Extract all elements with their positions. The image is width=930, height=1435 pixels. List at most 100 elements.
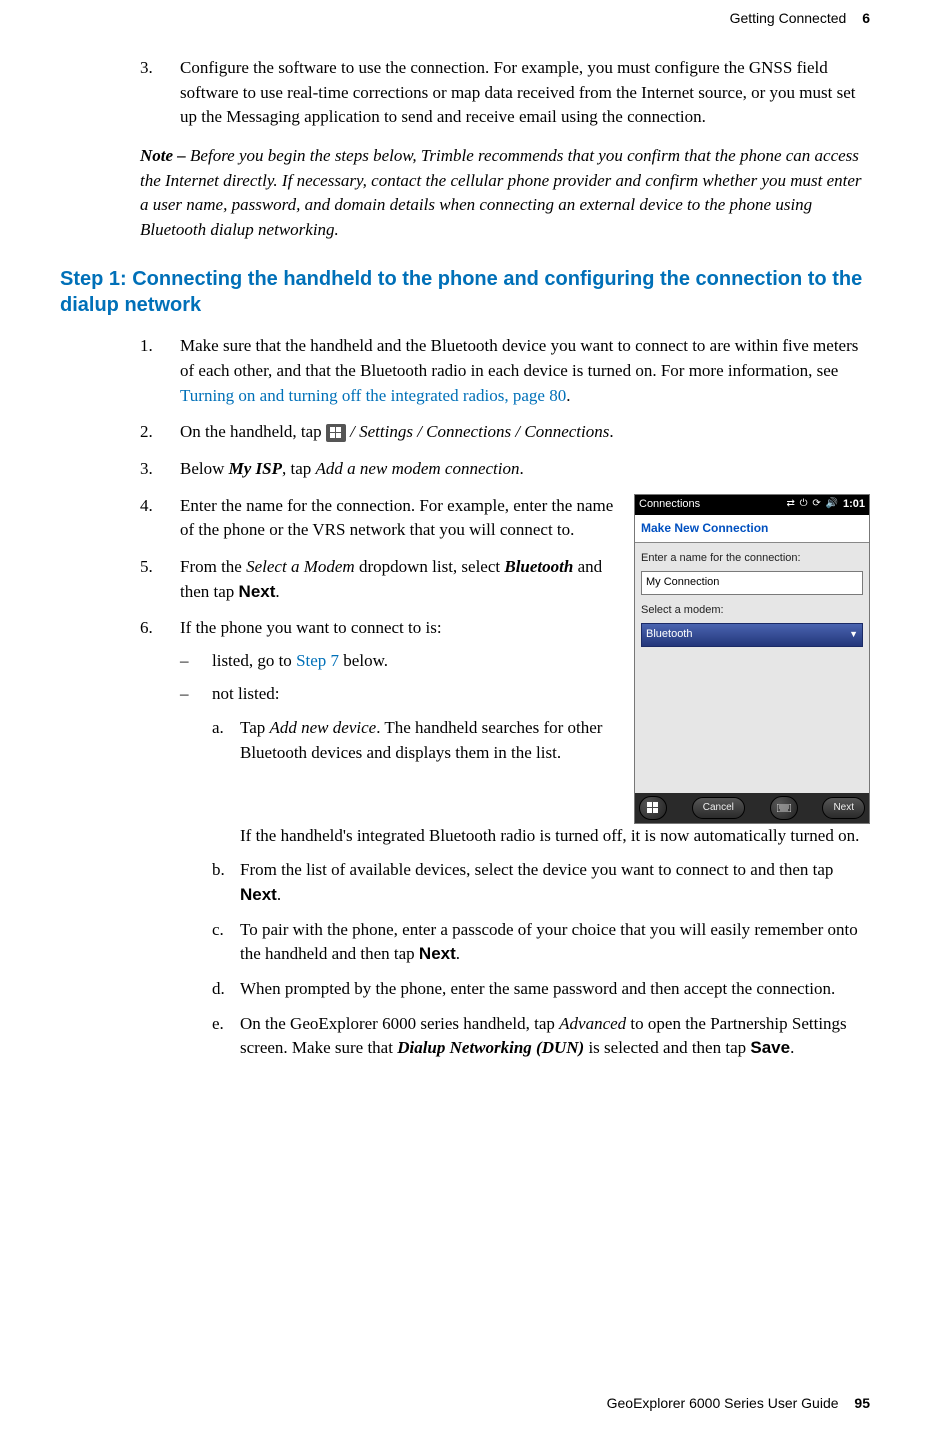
- text: .: [790, 1038, 794, 1057]
- text: Tap: [240, 718, 270, 737]
- windows-start-icon[interactable]: [639, 796, 667, 820]
- text: .: [456, 944, 460, 963]
- screenshot-titlebar: Connections ⇄ ⏻ ⟳ 🔊 1:01: [635, 495, 869, 515]
- sub-body: listed, go to Step 7 below.: [212, 649, 618, 674]
- text: Below: [180, 459, 229, 478]
- note-paragraph: Note – Before you begin the steps below,…: [140, 144, 870, 243]
- screenshot-body: Enter a name for the connection: My Conn…: [635, 543, 869, 655]
- letter-body: On the GeoExplorer 6000 series handheld,…: [240, 1012, 870, 1061]
- list-body: Enter the name for the connection. For e…: [180, 494, 618, 543]
- cross-reference-link[interactable]: Step 7: [296, 651, 339, 670]
- chevron-down-icon: ▼: [849, 628, 858, 641]
- two-column-layout: 4. Enter the name for the connection. Fo…: [140, 494, 870, 824]
- field-label: Enter a name for the connection:: [641, 551, 863, 567]
- page-footer: GeoExplorer 6000 Series User Guide 95: [607, 1395, 870, 1411]
- ui-label: Select a Modem: [246, 557, 355, 576]
- button-label: Save: [750, 1038, 790, 1057]
- cancel-button[interactable]: Cancel: [692, 797, 745, 819]
- list-number: 6.: [140, 616, 180, 785]
- windows-start-icon: [326, 424, 346, 442]
- letter-body: To pair with the phone, enter a passcode…: [240, 918, 870, 967]
- tray-icons: ⇄ ⏻ ⟳ 🔊: [787, 497, 839, 512]
- text: If the handheld's integrated Bluetooth r…: [240, 824, 870, 849]
- text: If the phone you want to connect to is:: [180, 618, 442, 637]
- screenshot-bottombar: Cancel Next: [635, 793, 869, 823]
- letter-list-item: c. To pair with the phone, enter a passc…: [212, 918, 870, 967]
- letter-list-item: b. From the list of available devices, s…: [212, 858, 870, 907]
- note-text: Before you begin the steps below, Trimbl…: [140, 146, 862, 239]
- screenshot-title: Connections: [639, 497, 700, 513]
- list-item: 3. Below My ISP, tap Add a new modem con…: [140, 457, 870, 482]
- text: .: [609, 422, 613, 441]
- text: is selected and then tap: [584, 1038, 750, 1057]
- left-column: 4. Enter the name for the connection. Fo…: [140, 494, 618, 824]
- letter: e.: [212, 1012, 240, 1061]
- letter: d.: [212, 977, 240, 1002]
- list-item: 3. Configure the software to use the con…: [140, 56, 870, 130]
- letter-body: From the list of available devices, sele…: [240, 858, 870, 907]
- list-number: 3.: [140, 457, 180, 482]
- list-item: 4. Enter the name for the connection. Fo…: [140, 494, 618, 543]
- list-item: 6. If the phone you want to connect to i…: [140, 616, 618, 785]
- modem-dropdown[interactable]: Bluetooth ▼: [641, 623, 863, 647]
- field-label: Select a modem:: [641, 603, 863, 619]
- footer-title: GeoExplorer 6000 Series User Guide: [607, 1395, 839, 1411]
- sub-list-item: – listed, go to Step 7 below.: [180, 649, 618, 674]
- ui-label: Dialup Networking (DUN): [397, 1038, 584, 1057]
- text: .: [277, 885, 281, 904]
- keyboard-icon[interactable]: [770, 796, 798, 820]
- list-number: 4.: [140, 494, 180, 543]
- embedded-screenshot: Connections ⇄ ⏻ ⟳ 🔊 1:01 Make New Connec…: [634, 494, 870, 824]
- text: On the handheld, tap: [180, 422, 326, 441]
- text: , tap: [282, 459, 316, 478]
- step-heading: Step 1: Connecting the handheld to the p…: [60, 266, 870, 318]
- button-label: Next: [240, 885, 277, 904]
- dash: –: [180, 649, 212, 674]
- text: .: [275, 582, 279, 601]
- letter: c.: [212, 918, 240, 967]
- sub-body: not listed:: [212, 682, 618, 707]
- screenshot-empty-area: [635, 655, 869, 793]
- text: To pair with the phone, enter a passcode…: [240, 920, 858, 964]
- text: .: [520, 459, 524, 478]
- chapter-number: 6: [862, 10, 870, 26]
- letter-list-item: d. When prompted by the phone, enter the…: [212, 977, 870, 1002]
- text: dropdown list, select: [355, 557, 505, 576]
- letter-body: Tap Add new device. The handheld searche…: [240, 716, 618, 775]
- text: .: [566, 386, 570, 405]
- clock: 1:01: [843, 497, 865, 513]
- list-body: If the phone you want to connect to is: …: [180, 616, 618, 785]
- list-body: On the handheld, tap / Settings / Connec…: [180, 420, 870, 445]
- note-label: Note –: [140, 146, 190, 165]
- letter-list-item: e. On the GeoExplorer 6000 series handhe…: [212, 1012, 870, 1061]
- text: From the: [180, 557, 246, 576]
- screenshot-header: Make New Connection: [635, 515, 869, 543]
- text: below.: [339, 651, 388, 670]
- list-number: 2.: [140, 420, 180, 445]
- next-button[interactable]: Next: [822, 797, 865, 819]
- ui-label: Add a new modem connection: [316, 459, 520, 478]
- cross-reference-link[interactable]: Turning on and turning off the integrate…: [180, 386, 566, 405]
- dropdown-value: Bluetooth: [646, 627, 692, 643]
- letter-body: When prompted by the phone, enter the sa…: [240, 977, 870, 1002]
- letter-list-item: a. Tap Add new device. The handheld sear…: [212, 716, 618, 775]
- chapter-title: Getting Connected: [730, 10, 847, 26]
- connection-name-input[interactable]: My Connection: [641, 571, 863, 595]
- text: Make sure that the handheld and the Blue…: [180, 336, 858, 380]
- list-item: 5. From the Select a Modem dropdown list…: [140, 555, 618, 604]
- ui-label: Advanced: [559, 1014, 626, 1033]
- list-number: 5.: [140, 555, 180, 604]
- list-body: Configure the software to use the connec…: [180, 56, 870, 130]
- page-number: 95: [854, 1395, 870, 1411]
- ui-label: Bluetooth: [504, 557, 573, 576]
- ui-label: My ISP: [229, 459, 282, 478]
- sub-list-item: – not listed:: [180, 682, 618, 707]
- menu-path: / Settings / Connections / Connections: [346, 422, 609, 441]
- list-body: From the Select a Modem dropdown list, s…: [180, 555, 618, 604]
- ui-label: Add new device: [270, 718, 377, 737]
- page-content: 3. Configure the software to use the con…: [60, 56, 870, 1061]
- letter: b.: [212, 858, 240, 907]
- list-body: Below My ISP, tap Add a new modem connec…: [180, 457, 870, 482]
- list-number: 3.: [140, 56, 180, 130]
- text: listed, go to: [212, 651, 296, 670]
